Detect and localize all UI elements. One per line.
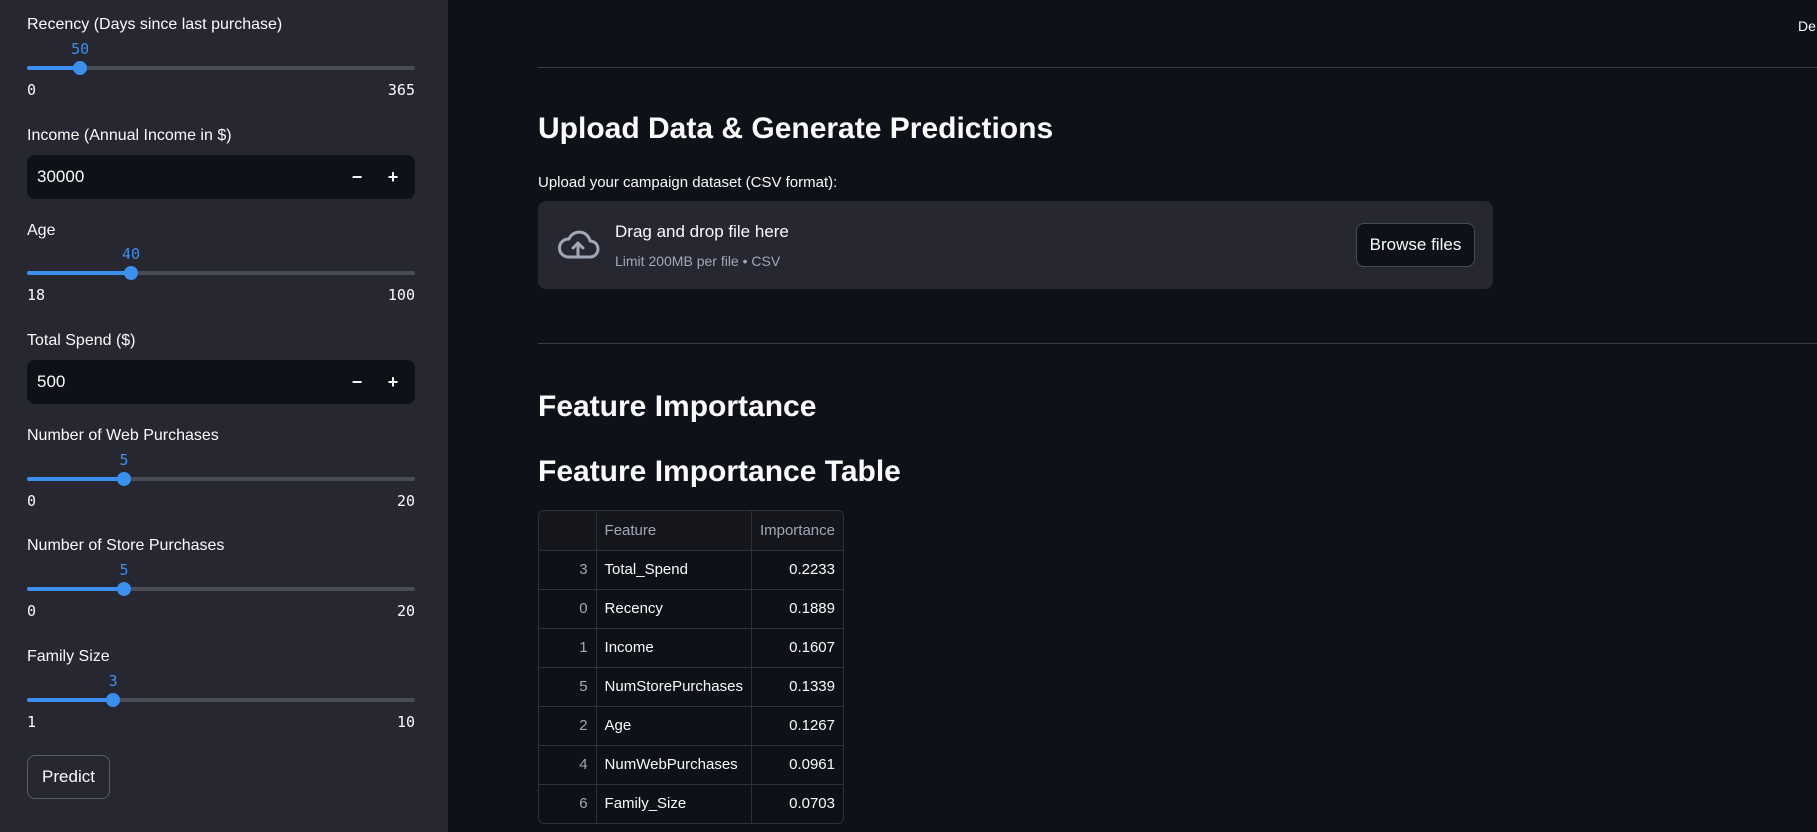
- table-row: 2 Age 0.1267: [539, 706, 843, 746]
- row-index: 2: [539, 706, 597, 746]
- feature-importance-table[interactable]: Feature Importance 3 Total_Spend 0.2233 …: [538, 510, 844, 824]
- web-purchases-max: 20: [396, 492, 415, 510]
- family-size-max: 10: [396, 713, 415, 731]
- feature-importance-table-title: Feature Importance Table: [538, 455, 901, 488]
- importance-cell[interactable]: 0.1339: [751, 667, 843, 707]
- table-header-row: Feature Importance: [539, 511, 843, 551]
- store-purchases-max: 20: [396, 602, 415, 620]
- store-purchases-label: Number of Store Purchases: [27, 537, 225, 554]
- table-row: 1 Income 0.1607: [539, 628, 843, 668]
- importance-header[interactable]: Importance: [751, 511, 843, 551]
- income-input[interactable]: 30000 − +: [27, 155, 415, 199]
- web-purchases-slider-thumb[interactable]: [117, 472, 131, 486]
- recency-slider[interactable]: 50 0 365: [27, 38, 415, 99]
- income-value[interactable]: 30000: [37, 167, 84, 187]
- browse-files-button[interactable]: Browse files: [1356, 223, 1475, 267]
- table-row: 4 NumWebPurchases 0.0961: [539, 745, 843, 785]
- total-spend-increment-button[interactable]: +: [375, 360, 411, 404]
- age-slider-thumb[interactable]: [123, 266, 138, 280]
- table-row: 6 Family_Size 0.0703: [539, 784, 843, 823]
- feature-cell[interactable]: Recency: [596, 589, 752, 629]
- income-label: Income (Annual Income in $): [27, 127, 232, 144]
- importance-cell[interactable]: 0.0703: [751, 784, 843, 823]
- importance-cell[interactable]: 0.1889: [751, 589, 843, 629]
- dropzone-title: Drag and drop file here: [615, 222, 789, 241]
- web-purchases-label: Number of Web Purchases: [27, 427, 219, 444]
- feature-cell[interactable]: NumWebPurchases: [596, 745, 752, 785]
- web-purchases-min: 0: [27, 492, 37, 510]
- row-index: 6: [539, 784, 597, 823]
- web-purchases-slider[interactable]: 5 0 20: [27, 449, 415, 510]
- store-purchases-slider-thumb[interactable]: [117, 582, 131, 596]
- total-spend-label: Total Spend ($): [27, 332, 136, 349]
- importance-cell[interactable]: 0.1607: [751, 628, 843, 668]
- row-index: 0: [539, 589, 597, 629]
- importance-cell[interactable]: 0.0961: [751, 745, 843, 785]
- feature-importance-title: Feature Importance: [538, 390, 817, 423]
- dropzone-limit-text: Limit 200MB per file • CSV: [615, 253, 781, 269]
- table-row: 3 Total_Spend 0.2233: [539, 550, 843, 590]
- family-size-label: Family Size: [27, 648, 110, 665]
- importance-cell[interactable]: 0.2233: [751, 550, 843, 590]
- feature-cell[interactable]: Age: [596, 706, 752, 746]
- sidebar: Recency (Days since last purchase) 50 0 …: [0, 0, 448, 832]
- age-slider[interactable]: 40 18 100: [27, 243, 415, 304]
- recency-min: 0: [27, 81, 37, 99]
- age-min: 18: [27, 286, 46, 304]
- recency-max: 365: [387, 81, 415, 99]
- file-dropzone[interactable]: Drag and drop file here Limit 200MB per …: [538, 201, 1493, 289]
- row-index: 3: [539, 550, 597, 590]
- income-increment-button[interactable]: +: [375, 155, 411, 199]
- row-index: 5: [539, 667, 597, 707]
- recency-slider-thumb[interactable]: [73, 61, 88, 75]
- feature-cell[interactable]: NumStorePurchases: [596, 667, 752, 707]
- row-index: 1: [539, 628, 597, 668]
- divider-middle: [538, 343, 1817, 344]
- feature-cell[interactable]: Income: [596, 628, 752, 668]
- cloud-upload-icon: [556, 227, 600, 263]
- predict-button[interactable]: Predict: [27, 755, 110, 799]
- age-label: Age: [27, 222, 56, 239]
- recency-value: 50: [71, 40, 90, 58]
- total-spend-value[interactable]: 500: [37, 372, 65, 392]
- income-decrement-button[interactable]: −: [339, 155, 375, 199]
- store-purchases-value: 5: [119, 561, 129, 579]
- upload-section-title: Upload Data & Generate Predictions: [538, 112, 1054, 145]
- store-purchases-slider[interactable]: 5 0 20: [27, 559, 415, 620]
- recency-label: Recency (Days since last purchase): [27, 16, 283, 33]
- top-right-menu-text[interactable]: De: [1798, 18, 1816, 34]
- upload-field-label: Upload your campaign dataset (CSV format…: [538, 174, 838, 191]
- row-index: 4: [539, 745, 597, 785]
- importance-cell[interactable]: 0.1267: [751, 706, 843, 746]
- feature-header[interactable]: Feature: [596, 511, 752, 551]
- feature-cell[interactable]: Total_Spend: [596, 550, 752, 590]
- divider-top: [538, 67, 1817, 68]
- family-size-value: 3: [108, 672, 118, 690]
- index-header[interactable]: [539, 511, 597, 551]
- total-spend-decrement-button[interactable]: −: [339, 360, 375, 404]
- store-purchases-min: 0: [27, 602, 37, 620]
- web-purchases-value: 5: [119, 451, 129, 469]
- family-size-slider-thumb[interactable]: [106, 693, 121, 707]
- age-value: 40: [121, 245, 140, 263]
- table-row: 0 Recency 0.1889: [539, 589, 843, 629]
- total-spend-input[interactable]: 500 − +: [27, 360, 415, 404]
- feature-cell[interactable]: Family_Size: [596, 784, 752, 823]
- family-size-slider[interactable]: 3 1 10: [27, 670, 415, 731]
- table-row: 5 NumStorePurchases 0.1339: [539, 667, 843, 707]
- age-max: 100: [387, 286, 415, 304]
- family-size-min: 1: [27, 713, 37, 731]
